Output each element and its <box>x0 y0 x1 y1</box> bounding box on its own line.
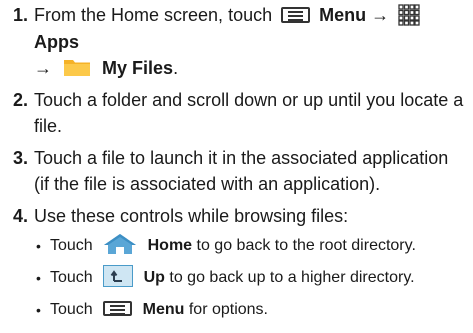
step-text: Touch a folder and scroll down or up unt… <box>34 90 464 136</box>
home-label: Home <box>147 237 193 254</box>
arrow: → <box>34 57 52 78</box>
instruction-steps: 1. From the Home screen, touch Menu → Ap… <box>0 2 473 333</box>
control-list: • Touch Home to go back to the root dire… <box>34 231 464 327</box>
list-item-home: • Touch Home to go back to the root dire… <box>34 231 450 263</box>
step-text: Touch a file to launch it in the associa… <box>34 148 449 194</box>
sub-pre: Touch <box>50 301 93 318</box>
up-folder-icon <box>103 264 134 287</box>
list-item-up: • Touch Up to go back up to a higher dir… <box>34 263 450 295</box>
up-label: Up <box>143 269 165 286</box>
apps-icon <box>398 4 420 26</box>
folder-icon <box>64 60 91 76</box>
sub-pre: Touch <box>50 269 93 286</box>
sub-post: to go back to the root directory. <box>196 237 416 254</box>
home-icon <box>104 233 137 254</box>
step-number: 4. <box>12 206 28 226</box>
step-4: 4. Use these controls while browsing fil… <box>0 203 464 327</box>
menu-icon <box>281 6 311 23</box>
step-number: 1. <box>12 5 28 25</box>
period: . <box>173 57 179 78</box>
sub-pre: Touch <box>50 237 93 254</box>
step-1: 1. From the Home screen, touch Menu → Ap… <box>0 2 464 81</box>
bullet: • <box>36 270 41 286</box>
list-item-menu: • Touch Menu for options. <box>34 295 450 327</box>
step-2: 2. Touch a folder and scroll down or up … <box>0 87 464 139</box>
step-text: Use these controls while browsing files: <box>34 206 349 226</box>
apps-label: Apps <box>34 31 79 52</box>
step-text: From the Home screen, touch <box>34 5 273 25</box>
menu-label: Menu <box>142 301 185 318</box>
myfiles-label: My Files <box>102 57 174 78</box>
menu-icon <box>103 300 133 316</box>
bullet: • <box>36 238 41 254</box>
step-3: 3. Touch a file to launch it in the asso… <box>0 145 464 197</box>
step-number: 2. <box>12 90 28 110</box>
step-number: 3. <box>12 148 28 168</box>
bullet: • <box>36 302 41 318</box>
sub-post: to go back up to a higher directory. <box>169 269 415 286</box>
sub-post: for options. <box>188 301 268 318</box>
menu-label: Menu → <box>319 5 390 25</box>
